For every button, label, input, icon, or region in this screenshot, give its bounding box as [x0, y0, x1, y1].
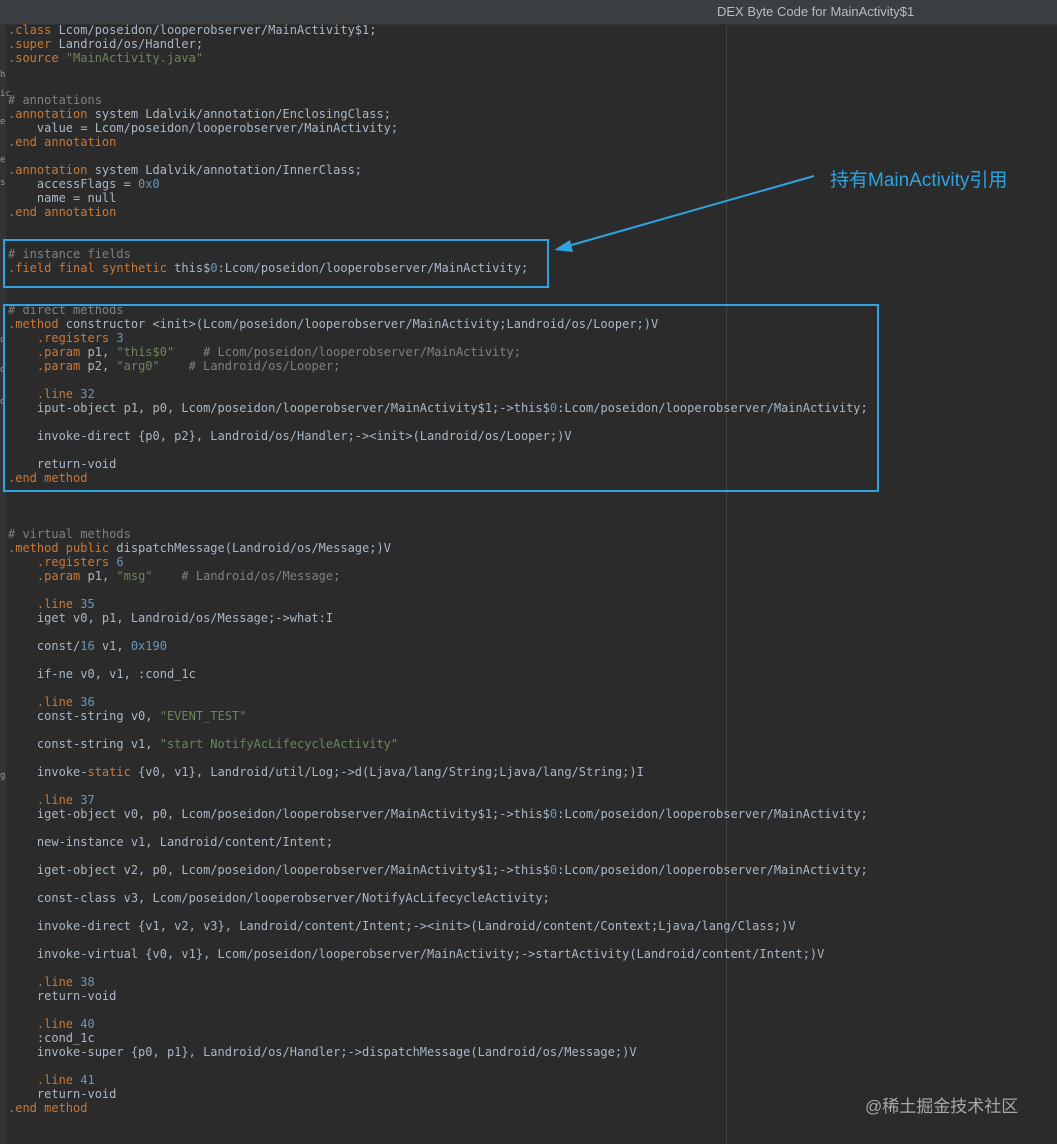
watermark: @稀土掘金技术社区 [865, 1097, 1019, 1116]
annotation-label: 持有MainActivity引用 [830, 170, 1008, 191]
